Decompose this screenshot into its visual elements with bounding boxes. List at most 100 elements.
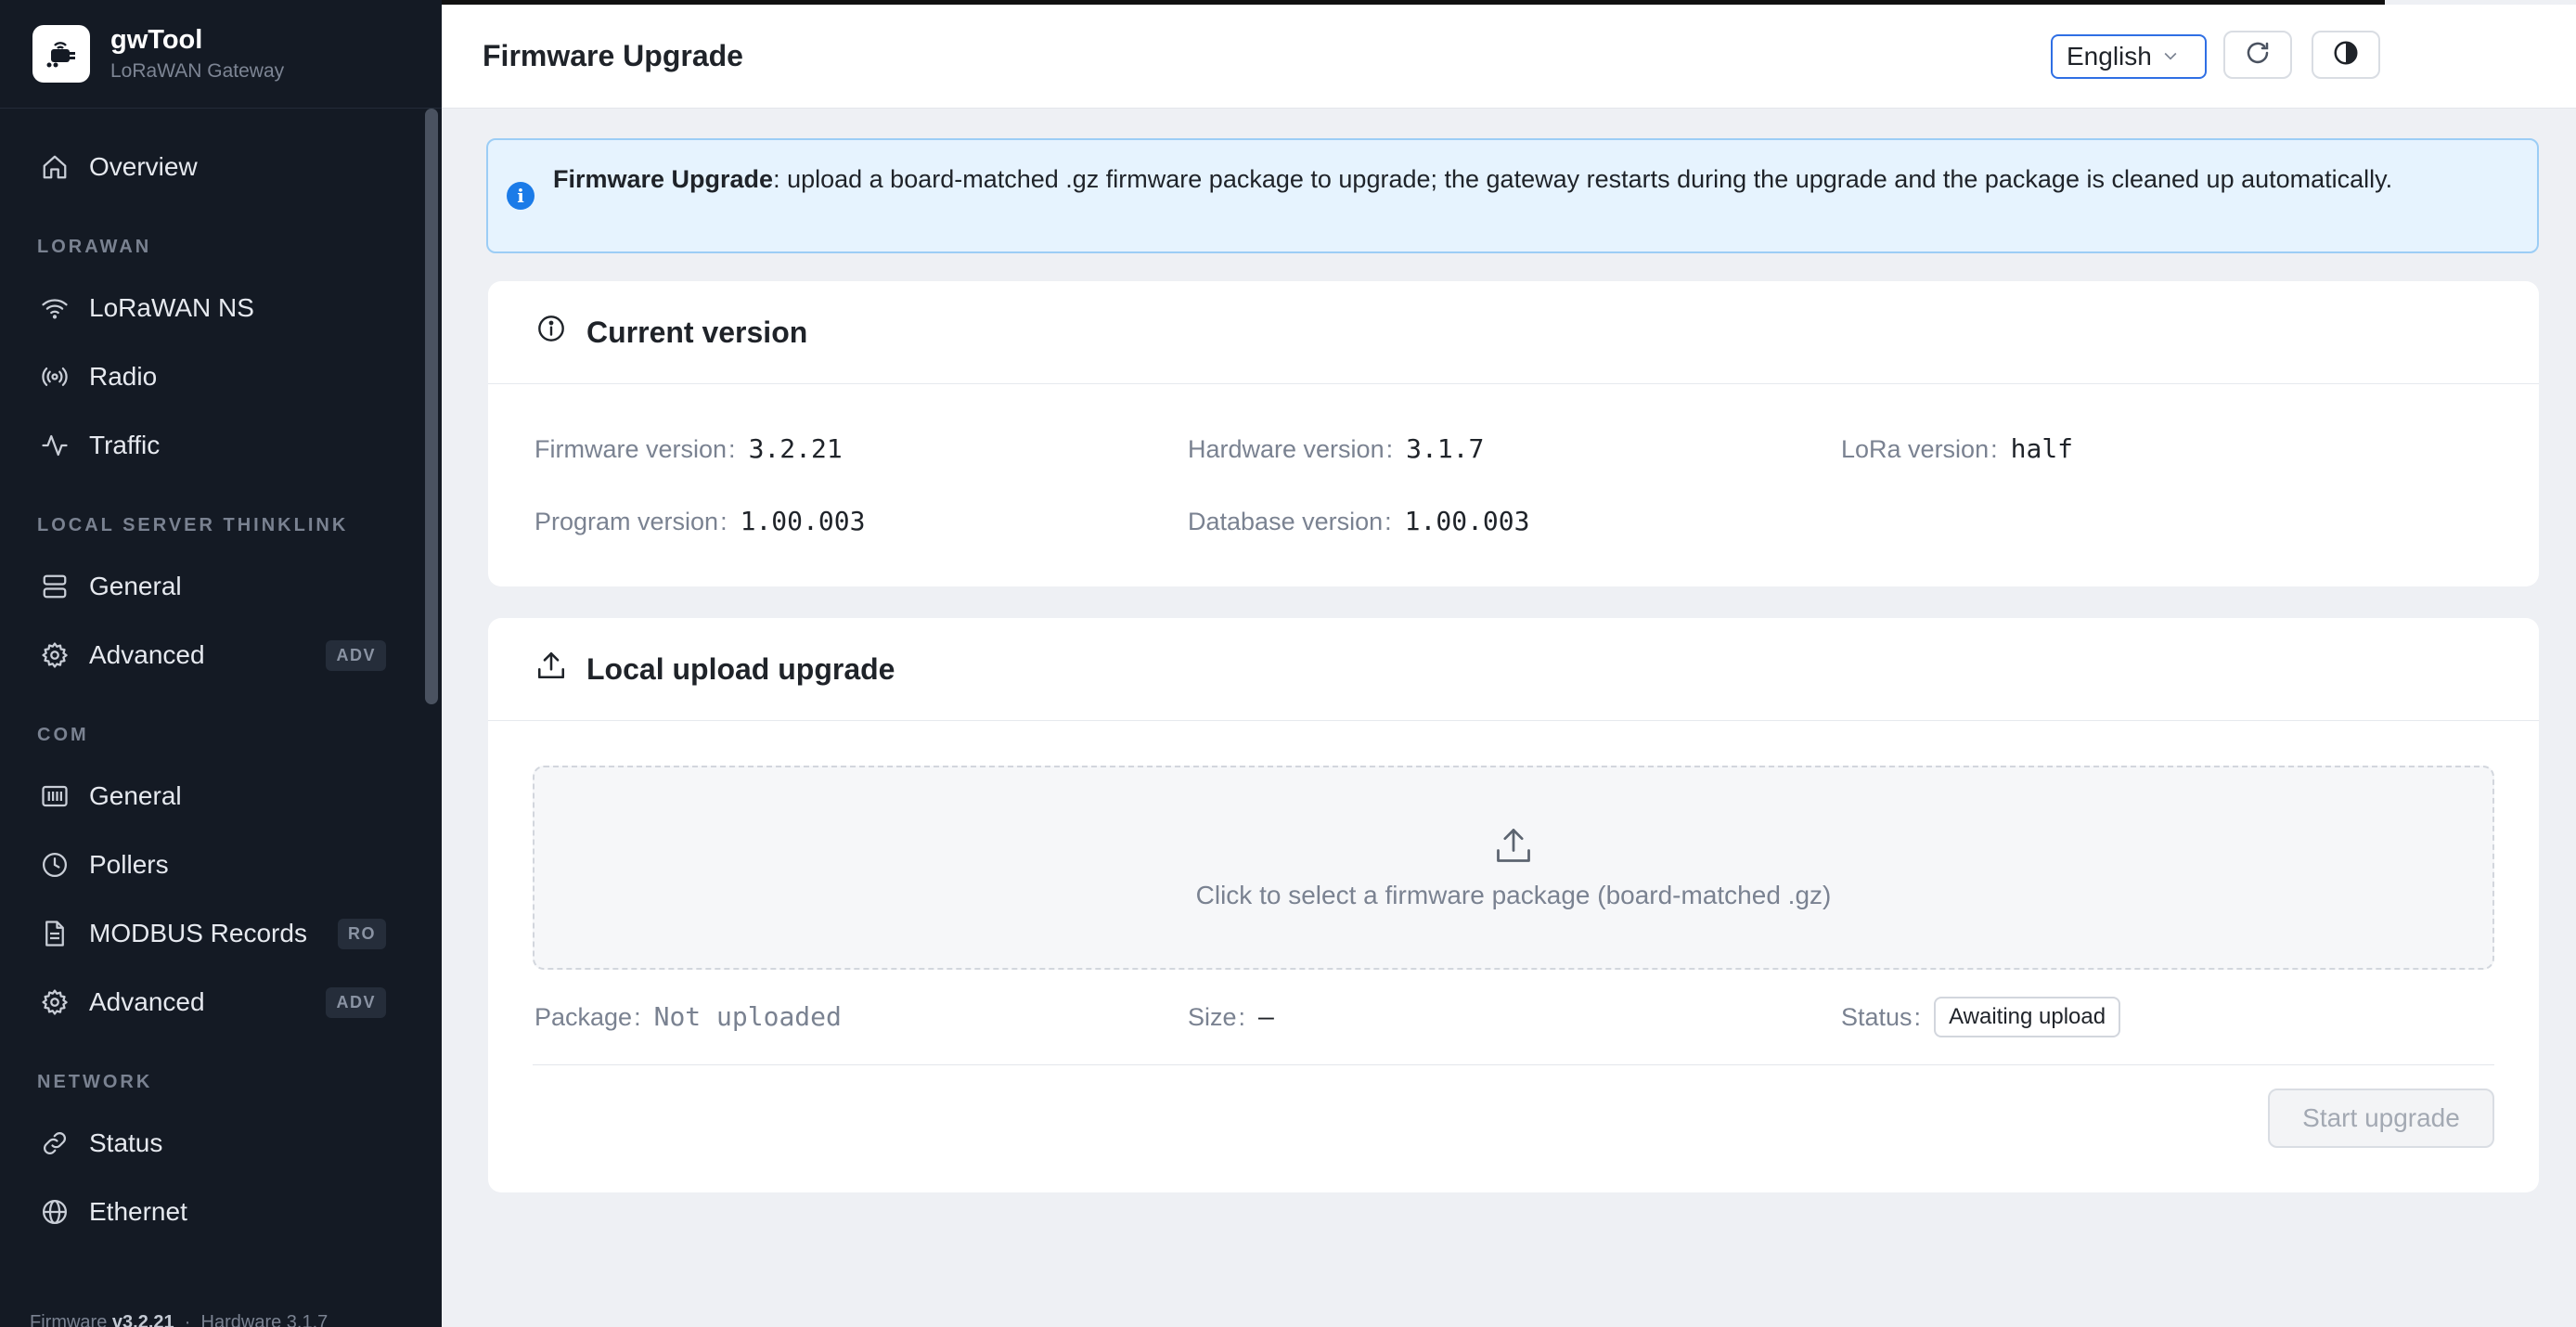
sidebar-item-label: Traffic: [89, 431, 161, 459]
package-value: Not uploaded: [653, 1001, 842, 1032]
colon: :: [728, 435, 736, 463]
package-row: Package: Not uploaded: [535, 1001, 842, 1032]
sidebar-item-label: Status: [89, 1128, 163, 1157]
firmware-version-label: Firmware version: [535, 435, 728, 463]
sidebar-item-label: General: [89, 572, 182, 600]
database-version-value: 1.00.003: [1404, 506, 1530, 536]
sidebar-item-radio[interactable]: Radio: [0, 342, 442, 411]
sidebar-item-pollers[interactable]: Pollers: [0, 831, 442, 899]
sidebar-item-ethernet[interactable]: Ethernet: [0, 1178, 442, 1246]
colon: :: [1990, 435, 1998, 463]
serial-port-icon: [39, 780, 71, 812]
firmware-version-row: Firmware version: 3.2.21: [535, 433, 843, 464]
document-icon: [39, 918, 71, 949]
footer-hardware-label: Hardware: [200, 1312, 282, 1327]
sidebar-item-overview[interactable]: Overview: [0, 133, 442, 201]
size-row: Size: —: [1188, 1001, 1274, 1032]
sidebar-nav: Overview LORAWAN LoRaWAN NS Radio Traffi…: [0, 109, 442, 1246]
alert-title: Firmware Upgrade: [553, 165, 774, 193]
card-title: Local upload upgrade: [586, 651, 895, 686]
info-icon: i: [507, 182, 535, 210]
hardware-version-row: Hardware version: 3.1.7: [1188, 433, 1484, 464]
clock-icon: [39, 849, 71, 881]
adv-badge: ADV: [326, 639, 386, 671]
sidebar-item-local-general[interactable]: General: [0, 552, 442, 621]
sidebar-item-label: Advanced: [89, 987, 205, 1016]
colon: :: [720, 508, 728, 535]
sidebar-scrollbar[interactable]: [425, 109, 438, 704]
lora-version-row: LoRa version: half: [1841, 433, 2073, 464]
colon: :: [1913, 1002, 1922, 1031]
section-title-local-server: LOCAL SERVER THINKLINK: [37, 515, 349, 535]
dropzone-text: Click to select a firmware package (boar…: [1195, 881, 1832, 909]
program-version-label: Program version: [535, 508, 719, 535]
gateway-logo-icon: [32, 25, 90, 83]
section-title-network: NETWORK: [37, 1072, 153, 1092]
hardware-version-value: 3.1.7: [1406, 433, 1485, 464]
info-alert: i Firmware Upgrade: upload a board-match…: [486, 138, 2539, 253]
sidebar-item-modbus-records[interactable]: MODBUS Records RO: [0, 899, 442, 968]
adv-badge: ADV: [326, 986, 386, 1018]
program-version-row: Program version: 1.00.003: [535, 506, 865, 536]
current-version-card: Current version Firmware version: 3.2.21…: [488, 281, 2539, 586]
database-version-label: Database version: [1188, 508, 1384, 535]
sidebar-item-label: LoRaWAN NS: [89, 293, 254, 322]
refresh-button[interactable]: [2223, 31, 2292, 79]
colon: :: [1385, 508, 1392, 535]
footer-firmware-label: Firmware: [30, 1312, 108, 1327]
status-badge: Awaiting upload: [1934, 997, 2121, 1037]
colon: :: [1385, 435, 1394, 463]
colon: :: [634, 1003, 641, 1031]
brand[interactable]: gwTool LoRaWAN Gateway: [0, 0, 442, 109]
sidebar-item-network-status[interactable]: Status: [0, 1109, 442, 1178]
chevron-down-icon: [2161, 42, 2180, 71]
package-label: Package: [535, 1003, 633, 1031]
refresh-icon: [2244, 39, 2272, 71]
language-value: English: [2067, 42, 2152, 71]
program-version-value: 1.00.003: [740, 506, 866, 536]
card-header: Local upload upgrade: [488, 618, 2539, 721]
server-icon: [39, 571, 71, 602]
gear-icon: [39, 986, 71, 1018]
radio-icon: [39, 361, 71, 393]
section-title-lorawan: LORAWAN: [37, 237, 152, 257]
lora-version-value: half: [2010, 433, 2074, 464]
firmware-version-value: 3.2.21: [748, 433, 843, 464]
firmware-dropzone[interactable]: Click to select a firmware package (boar…: [533, 766, 2494, 970]
ro-badge: RO: [338, 918, 386, 949]
divider: [533, 1064, 2494, 1065]
sidebar-item-lorawan-ns[interactable]: LoRaWAN NS: [0, 274, 442, 342]
start-upgrade-button[interactable]: Start upgrade: [2268, 1089, 2494, 1148]
card-title: Current version: [586, 315, 808, 349]
card-header: Current version: [488, 281, 2539, 384]
footer-firmware-value: v3.2.21: [111, 1312, 174, 1327]
database-version-row: Database version: 1.00.003: [1188, 506, 1530, 536]
globe-icon: [39, 1196, 71, 1228]
hardware-version-label: Hardware version: [1188, 435, 1385, 463]
activity-icon: [39, 430, 71, 461]
gear-icon: [39, 639, 71, 671]
section-title-com: COM: [37, 725, 89, 745]
sidebar-footer: Firmware v3.2.21 · Hardware 3.1.7: [30, 1312, 328, 1327]
sidebar-item-local-advanced[interactable]: Advanced ADV: [0, 621, 442, 689]
status-label: Status: [1841, 1002, 1913, 1031]
footer-hardware-value: 3.1.7: [286, 1312, 328, 1327]
language-select[interactable]: English: [2051, 34, 2207, 79]
status-row: Status: Awaiting upload: [1841, 997, 2121, 1037]
theme-toggle-button[interactable]: [2312, 31, 2380, 79]
sidebar-item-com-general[interactable]: General: [0, 762, 442, 831]
sidebar-item-com-advanced[interactable]: Advanced ADV: [0, 968, 442, 1037]
sidebar-item-label: Ethernet: [89, 1197, 187, 1226]
lora-version-label: LoRa version: [1841, 435, 1990, 463]
sidebar-item-label: Radio: [89, 362, 158, 391]
size-value: —: [1258, 1001, 1274, 1032]
colon: :: [1238, 1003, 1246, 1031]
local-upload-card: Local upload upgrade Click to select a f…: [488, 618, 2539, 1192]
size-label: Size: [1188, 1003, 1237, 1031]
wifi-icon: [39, 292, 71, 324]
home-icon: [39, 151, 71, 183]
sidebar-item-traffic[interactable]: Traffic: [0, 411, 442, 480]
sidebar-item-label: General: [89, 781, 182, 810]
upload-icon: [535, 649, 568, 682]
link-icon: [39, 1127, 71, 1159]
